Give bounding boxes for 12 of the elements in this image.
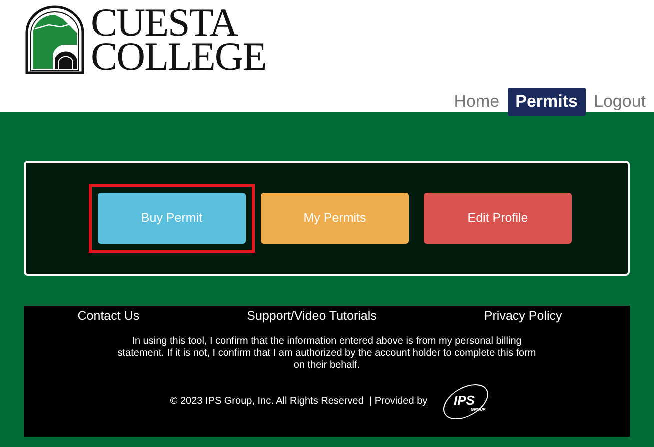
footer-link[interactable]: Privacy Policy — [484, 307, 562, 326]
logo-text: CUESTA — [91, 6, 238, 40]
action-button[interactable]: Edit Profile — [424, 193, 572, 244]
copyright-text: © 2023 IPS Group, Inc. All Rights Reserved | Provided by — [170, 395, 428, 410]
nav-link[interactable]: Logout — [594, 89, 646, 114]
footer-link[interactable]: Support/Video Tutorials — [247, 307, 377, 326]
nav-link[interactable]: Home — [454, 89, 500, 114]
footer-link[interactable]: Contact Us — [78, 307, 140, 326]
logo-text: COLLEGE — [91, 40, 266, 74]
arch-logo-icon — [25, 5, 85, 75]
nav-link[interactable]: Permits — [508, 88, 586, 116]
disclaimer-text: In using this tool, I confirm that the information entered above is from my personal billing statement. If it is not, I confirm that I am authorized by the account holder to complete this form on their behalf. — [117, 336, 537, 372]
